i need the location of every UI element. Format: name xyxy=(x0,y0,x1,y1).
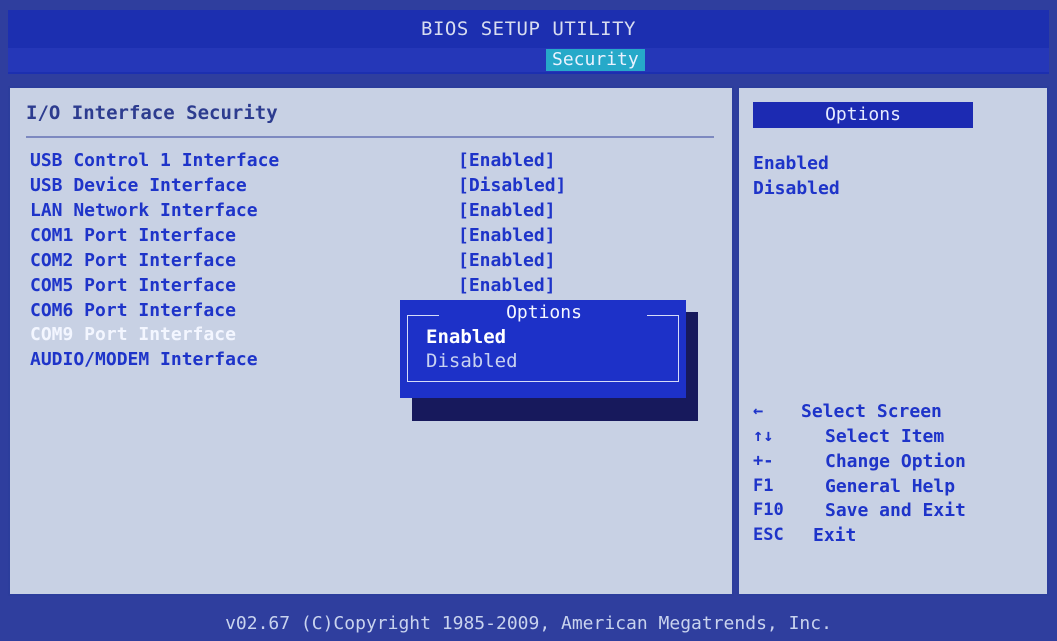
menu-strip xyxy=(8,48,1049,72)
setting-row-lan-network[interactable]: LAN Network Interface [Enabled] xyxy=(30,200,590,224)
copyright-text: v02.67 (C)Copyright 1985-2009, American … xyxy=(225,613,832,634)
help-key: ESC xyxy=(753,525,784,545)
options-header-text: Options xyxy=(825,104,901,125)
setting-label: USB Device Interface xyxy=(30,175,247,196)
popup-frame-top-right xyxy=(647,315,679,316)
popup-title: Options xyxy=(506,302,582,323)
setting-label: COM6 Port Interface xyxy=(30,300,236,321)
setting-row-usb-control-1[interactable]: USB Control 1 Interface [Enabled] xyxy=(30,150,590,174)
left-arrow-icon: ← xyxy=(753,401,764,421)
options-header: Options xyxy=(753,102,973,128)
popup-option-disabled[interactable]: Disabled xyxy=(426,350,518,372)
up-down-arrow-icon: ↑↓ xyxy=(753,426,774,446)
setting-row-com2[interactable]: COM2 Port Interface [Enabled] xyxy=(30,250,590,274)
setting-row-com5[interactable]: COM5 Port Interface [Enabled] xyxy=(30,275,590,299)
setting-value[interactable]: [Enabled] xyxy=(458,250,556,271)
help-row-exit: ESC Exit xyxy=(753,525,1023,549)
title-bar: BIOS SETUP UTILITY Security xyxy=(8,10,1049,74)
plus-minus-icon: +- xyxy=(753,451,774,471)
help-row-select-item: ↑↓ Select Item xyxy=(753,426,1023,450)
setting-row-usb-device[interactable]: USB Device Interface [Disabled] xyxy=(30,175,590,199)
help-row-save-exit: F10 Save and Exit xyxy=(753,500,1023,524)
setting-value[interactable]: [Disabled] xyxy=(458,175,566,196)
setting-value[interactable]: [Enabled] xyxy=(458,150,556,171)
footer-bar: v02.67 (C)Copyright 1985-2009, American … xyxy=(0,596,1057,641)
setting-row-com1[interactable]: COM1 Port Interface [Enabled] xyxy=(30,225,590,249)
help-desc: General Help xyxy=(825,476,956,497)
help-row-change-option: +- Change Option xyxy=(753,451,1023,475)
help-row-general-help: F1 General Help xyxy=(753,476,1023,500)
help-row-select-screen: ← Select Screen xyxy=(753,401,1023,425)
help-desc: Exit xyxy=(813,525,857,546)
help-key: F10 xyxy=(753,500,784,520)
setting-label: COM1 Port Interface xyxy=(30,225,236,246)
popup-option-enabled[interactable]: Enabled xyxy=(426,326,506,348)
setting-label: COM2 Port Interface xyxy=(30,250,236,271)
setting-label: USB Control 1 Interface xyxy=(30,150,280,171)
help-desc: Save and Exit xyxy=(825,500,966,521)
popup-frame-top-left xyxy=(407,315,439,316)
setting-label: COM5 Port Interface xyxy=(30,275,236,296)
setting-label: COM9 Port Interface xyxy=(30,324,236,345)
section-divider xyxy=(26,136,714,138)
right-option-enabled: Enabled xyxy=(753,153,829,174)
right-option-disabled: Disabled xyxy=(753,178,840,199)
help-desc: Select Screen xyxy=(801,401,942,422)
setting-value[interactable]: [Enabled] xyxy=(458,200,556,221)
bios-title: BIOS SETUP UTILITY xyxy=(421,18,636,40)
setting-label: AUDIO/MODEM Interface xyxy=(30,349,258,370)
setting-value[interactable]: [Enabled] xyxy=(458,225,556,246)
tab-security[interactable]: Security xyxy=(546,49,645,71)
setting-label: LAN Network Interface xyxy=(30,200,258,221)
help-desc: Change Option xyxy=(825,451,966,472)
setting-value[interactable]: [Enabled] xyxy=(458,275,556,296)
help-key: F1 xyxy=(753,476,774,496)
section-title: I/O Interface Security xyxy=(26,102,278,124)
help-desc: Select Item xyxy=(825,426,945,447)
